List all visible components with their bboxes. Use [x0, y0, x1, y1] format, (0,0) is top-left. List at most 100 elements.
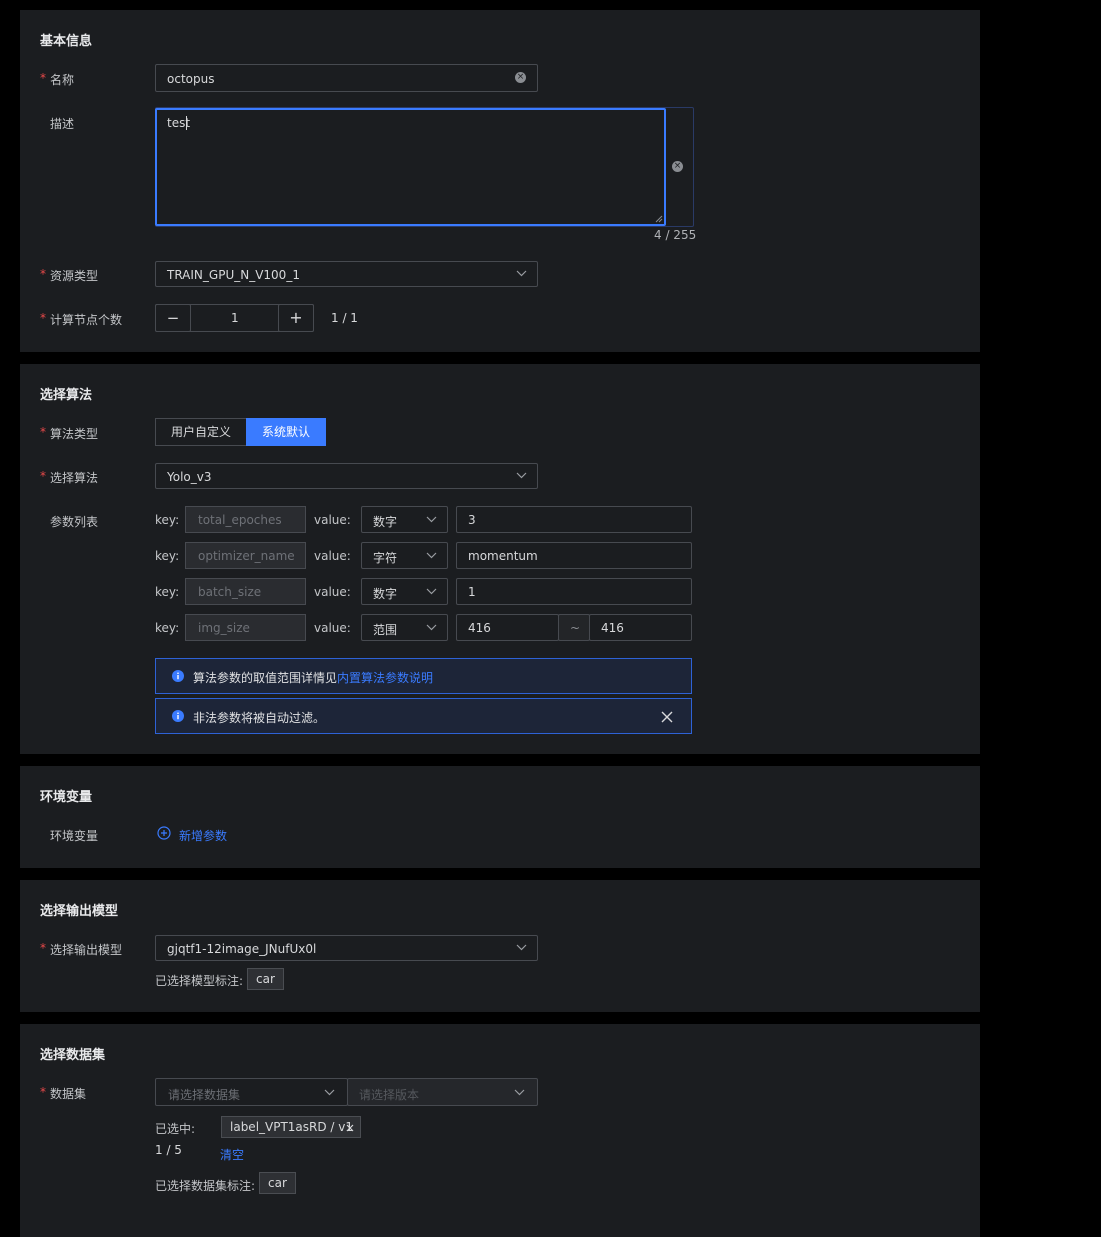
decrement-button[interactable]: − — [155, 304, 191, 332]
required-mark: * — [40, 469, 46, 483]
basic-info-section: 基本信息 * 名称 octopus × 描述 × test 4 / 255 * … — [20, 10, 980, 352]
plus-circle-icon — [157, 826, 171, 840]
output-model-label: 选择输出模型 — [50, 943, 123, 957]
param-value-prefix: value: — [314, 513, 351, 527]
chevron-down-icon — [514, 1089, 525, 1096]
param-value-input[interactable]: 1 — [456, 578, 692, 605]
description-char-count: 4 / 255 — [654, 228, 697, 242]
chevron-down-icon — [426, 624, 437, 631]
param-range-max-input[interactable]: 416 — [589, 614, 692, 641]
chevron-down-icon — [516, 472, 527, 479]
param-type-select[interactable]: 范围 — [361, 614, 448, 641]
dataset-placeholder: 请选择数据集 — [168, 1088, 241, 1102]
param-key-prefix: key: — [155, 621, 180, 635]
increment-button[interactable]: + — [278, 304, 314, 332]
range-separator: ~ — [558, 614, 590, 641]
dataset-label: 数据集 — [50, 1087, 87, 1101]
chevron-down-icon — [426, 516, 437, 523]
resize-handle-icon[interactable] — [655, 215, 663, 223]
required-mark: * — [40, 425, 46, 439]
algorithm-select-value: Yolo_v3 — [167, 470, 212, 484]
param-value: 416 — [468, 621, 491, 635]
param-type-value: 字符 — [373, 551, 398, 565]
dataset-tag: car — [259, 1172, 296, 1194]
param-key-input: optimizer_name — [185, 542, 306, 569]
dataset-section: 选择数据集 * 数据集 请选择数据集 请选择版本 已选中: label_VPT1… — [20, 1024, 980, 1237]
add-param-label: 新增参数 — [179, 829, 228, 843]
param-key-prefix: key: — [155, 585, 180, 599]
algo-type-custom-button[interactable]: 用户自定义 — [155, 418, 247, 446]
node-count-value[interactable]: 1 — [231, 311, 239, 325]
chevron-down-icon — [516, 270, 527, 277]
version-select[interactable]: 请选择版本 — [347, 1078, 538, 1106]
node-count-quota: 1 / 1 — [331, 311, 358, 325]
param-type-select[interactable]: 字符 — [361, 542, 448, 569]
param-key-value: img_size — [198, 621, 250, 635]
resource-type-label: 资源类型 — [50, 269, 99, 283]
model-tags-label: 已选择模型标注: — [155, 974, 244, 988]
alert-text: 算法参数的取值范围详情见 — [193, 671, 338, 685]
output-model-select[interactable]: gjqtf1-12image_JNufUx0l — [155, 935, 538, 961]
chevron-down-icon — [426, 588, 437, 595]
env-vars-section: 环境变量 环境变量 新增参数 — [20, 766, 980, 868]
name-input-value: octopus — [167, 72, 215, 86]
algorithm-type-label: 算法类型 — [50, 427, 99, 441]
description-label: 描述 — [50, 117, 75, 131]
param-value: 3 — [468, 513, 476, 527]
section-title: 环境变量 — [40, 790, 93, 805]
required-mark: * — [40, 71, 46, 85]
param-value: momentum — [468, 549, 538, 563]
warning-alert: 非法参数将被自动过滤。 — [155, 698, 692, 734]
clear-selection-link[interactable]: 清空 — [220, 1146, 244, 1163]
param-type-select[interactable]: 数字 — [361, 578, 448, 605]
param-type-value: 范围 — [373, 623, 398, 637]
clear-icon[interactable]: × — [672, 161, 683, 172]
chevron-down-icon — [426, 552, 437, 559]
param-key-input: batch_size — [185, 578, 306, 605]
dataset-select[interactable]: 请选择数据集 — [155, 1078, 348, 1106]
required-mark: * — [40, 1085, 46, 1099]
algorithm-section: 选择算法 * 算法类型 用户自定义 系统默认 * 选择算法 Yolo_v3 参数… — [20, 364, 980, 754]
resource-type-select[interactable]: TRAIN_GPU_N_V100_1 — [155, 261, 538, 287]
param-key-value: total_epoches — [198, 513, 282, 527]
param-value: 1 — [468, 585, 476, 599]
required-mark: * — [40, 267, 46, 281]
param-type-select[interactable]: 数字 — [361, 506, 448, 533]
version-placeholder: 请选择版本 — [359, 1088, 420, 1102]
resource-type-value: TRAIN_GPU_N_V100_1 — [167, 268, 300, 282]
selected-dataset-tag: label_VPT1asRD / v1 — [221, 1116, 361, 1138]
selected-count: 1 / 5 — [155, 1143, 182, 1157]
close-icon[interactable] — [346, 1124, 354, 1132]
info-icon — [172, 670, 184, 682]
chevron-down-icon — [516, 944, 527, 951]
name-input[interactable]: octopus × — [155, 64, 538, 92]
param-value-input[interactable]: momentum — [456, 542, 692, 569]
chevron-down-icon — [324, 1089, 335, 1096]
params-list-label: 参数列表 — [50, 515, 99, 529]
param-type-value: 数字 — [373, 587, 398, 601]
algorithm-select-label: 选择算法 — [50, 471, 99, 485]
param-value-prefix: value: — [314, 621, 351, 635]
param-key-prefix: key: — [155, 549, 180, 563]
close-icon[interactable] — [661, 711, 673, 723]
name-label: 名称 — [50, 73, 75, 87]
output-model-section: 选择输出模型 * 选择输出模型 gjqtf1-12image_JNufUx0l … — [20, 880, 980, 1012]
env-vars-label: 环境变量 — [50, 829, 99, 843]
clear-icon[interactable]: × — [515, 72, 526, 83]
param-value-prefix: value: — [314, 585, 351, 599]
param-range-min-input[interactable]: 416 — [456, 614, 559, 641]
section-title: 选择数据集 — [40, 1048, 106, 1063]
info-alert: 算法参数的取值范围详情见内置算法参数说明 — [155, 658, 692, 694]
param-key-value: batch_size — [198, 585, 262, 599]
param-key-input: total_epoches — [185, 506, 306, 533]
param-value-prefix: value: — [314, 549, 351, 563]
builtin-params-doc-link[interactable]: 内置算法参数说明 — [337, 671, 433, 685]
param-value-input[interactable]: 3 — [456, 506, 692, 533]
selected-dataset-value: label_VPT1asRD / v1 — [230, 1120, 354, 1134]
description-textarea[interactable]: test — [155, 108, 666, 226]
algo-type-default-button[interactable]: 系统默认 — [246, 418, 326, 446]
algorithm-select[interactable]: Yolo_v3 — [155, 463, 538, 489]
required-mark: * — [40, 941, 46, 955]
info-icon — [172, 710, 184, 722]
model-tag: car — [247, 968, 284, 990]
